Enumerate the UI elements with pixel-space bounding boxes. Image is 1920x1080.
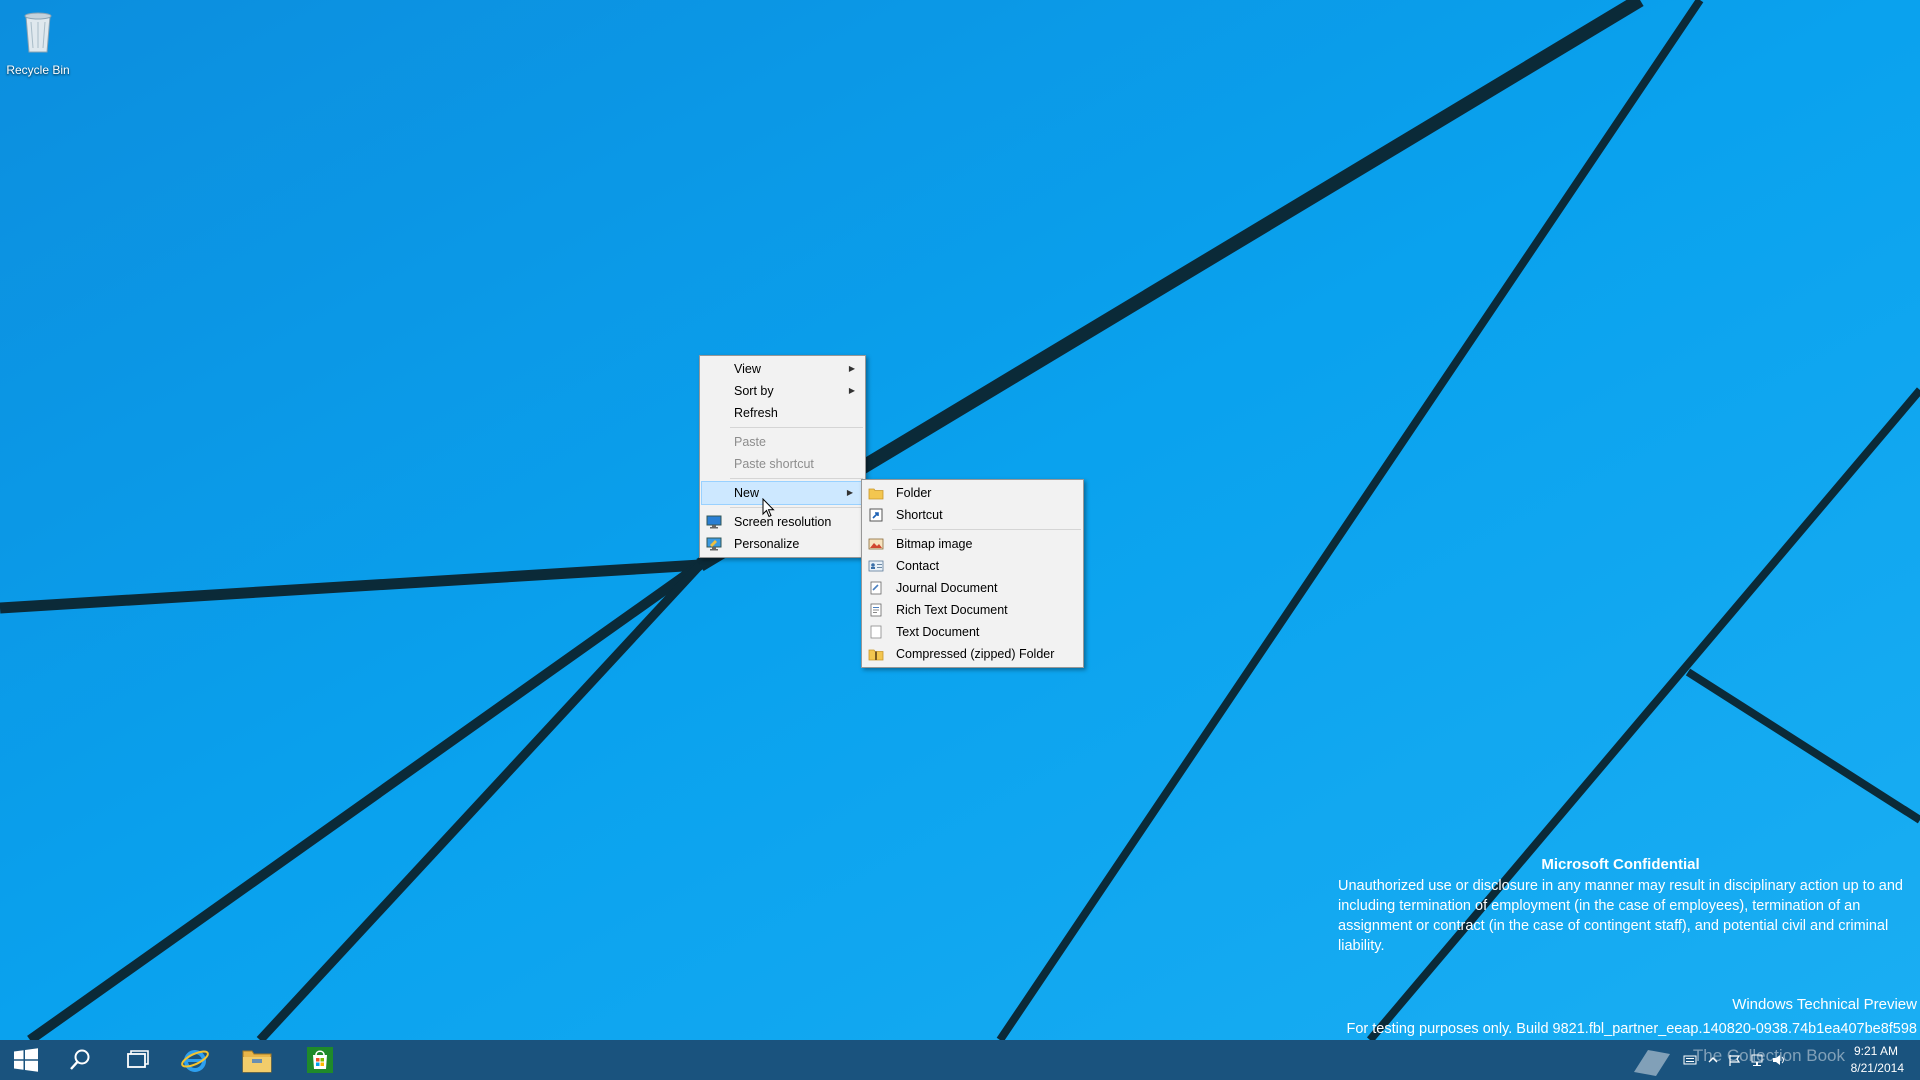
volume-icon[interactable]	[1772, 1054, 1786, 1066]
taskbar: The Collection Book 9:21 AM 8/21/2014	[0, 1040, 1920, 1080]
edition-label: Windows Technical Preview	[1732, 996, 1917, 1013]
new-item-bitmap-image[interactable]: Bitmap image	[862, 533, 1083, 555]
confidential-title: Microsoft Confidential	[1541, 856, 1700, 873]
internet-explorer-icon	[181, 1050, 209, 1072]
menu-item-paste-shortcut: Paste shortcut	[734, 457, 814, 471]
start-button[interactable]	[0, 1040, 50, 1080]
new-item-contact[interactable]: Contact	[862, 555, 1083, 577]
menu-item-screen-resolution[interactable]: Screen resolution	[700, 511, 865, 533]
bitmap-icon	[868, 538, 884, 550]
recycle-bin[interactable]: Recycle Bin	[4, 6, 72, 77]
text-document-icon	[870, 625, 882, 639]
screen-resolution-icon	[706, 515, 722, 529]
shortcut-icon	[869, 508, 883, 522]
task-view-button[interactable]	[112, 1040, 162, 1080]
internet-explorer-button[interactable]	[170, 1040, 220, 1080]
store-button[interactable]	[295, 1040, 345, 1080]
system-tray: The Collection Book 9:21 AM 8/21/2014	[1600, 1040, 1920, 1080]
network-icon[interactable]	[1750, 1054, 1764, 1066]
file-explorer-icon	[242, 1050, 272, 1073]
new-item-compressed-folder[interactable]: Compressed (zipped) Folder	[862, 643, 1083, 665]
menu-separator	[892, 529, 1081, 530]
menu-separator	[730, 427, 863, 428]
menu-item-paste: Paste	[734, 435, 766, 449]
new-item-text-document[interactable]: Text Document	[862, 621, 1083, 643]
task-view-icon	[127, 1050, 149, 1068]
book-logo-icon	[1634, 1050, 1670, 1076]
mouse-cursor-icon	[762, 498, 775, 518]
chevron-right-icon: ▶	[846, 488, 853, 497]
new-item-rich-text-document[interactable]: Rich Text Document	[862, 599, 1083, 621]
personalize-icon	[706, 537, 722, 551]
action-center-flag-icon[interactable]	[1728, 1054, 1742, 1066]
new-item-folder[interactable]: Folder	[862, 482, 1083, 504]
menu-item-new[interactable]: New ▶	[701, 481, 864, 505]
clock-date[interactable]: 8/21/2014	[1851, 1061, 1904, 1075]
zip-folder-icon	[868, 649, 884, 661]
search-icon	[70, 1049, 90, 1070]
recycle-bin-icon	[24, 12, 52, 53]
chevron-up-icon[interactable]	[1706, 1054, 1720, 1066]
store-icon	[307, 1047, 333, 1073]
build-string: For testing purposes only. Build 9821.fb…	[1346, 1021, 1917, 1037]
new-submenu: Folder Shortcut Bitmap image Contact Jou…	[861, 479, 1084, 668]
recycle-bin-label: Recycle Bin	[6, 63, 70, 77]
new-item-journal-document[interactable]: Journal Document	[862, 577, 1083, 599]
contact-icon	[868, 560, 884, 572]
start-icon	[14, 1048, 38, 1072]
chevron-right-icon: ▶	[848, 364, 855, 373]
menu-item-refresh[interactable]: Refresh	[700, 402, 865, 424]
search-button[interactable]	[55, 1040, 105, 1080]
menu-separator	[730, 507, 863, 508]
chevron-right-icon: ▶	[848, 386, 855, 395]
desktop-context-menu: View ▶ Sort by ▶ Refresh Paste Paste sho…	[699, 355, 866, 558]
keyboard-icon[interactable]	[1683, 1054, 1697, 1066]
menu-item-personalize[interactable]: Personalize	[700, 533, 865, 555]
menu-separator	[730, 478, 863, 479]
confidential-notice: Unauthorized use or disclosure in any ma…	[1338, 878, 1903, 954]
menu-item-sort-by[interactable]: Sort by ▶	[700, 380, 865, 402]
clock-time[interactable]: 9:21 AM	[1854, 1044, 1898, 1058]
folder-icon	[868, 488, 884, 500]
journal-icon	[870, 581, 882, 595]
file-explorer-button[interactable]	[232, 1040, 282, 1080]
rich-text-icon	[870, 603, 882, 617]
menu-item-view[interactable]: View ▶	[700, 358, 865, 380]
new-item-shortcut[interactable]: Shortcut	[862, 504, 1083, 526]
